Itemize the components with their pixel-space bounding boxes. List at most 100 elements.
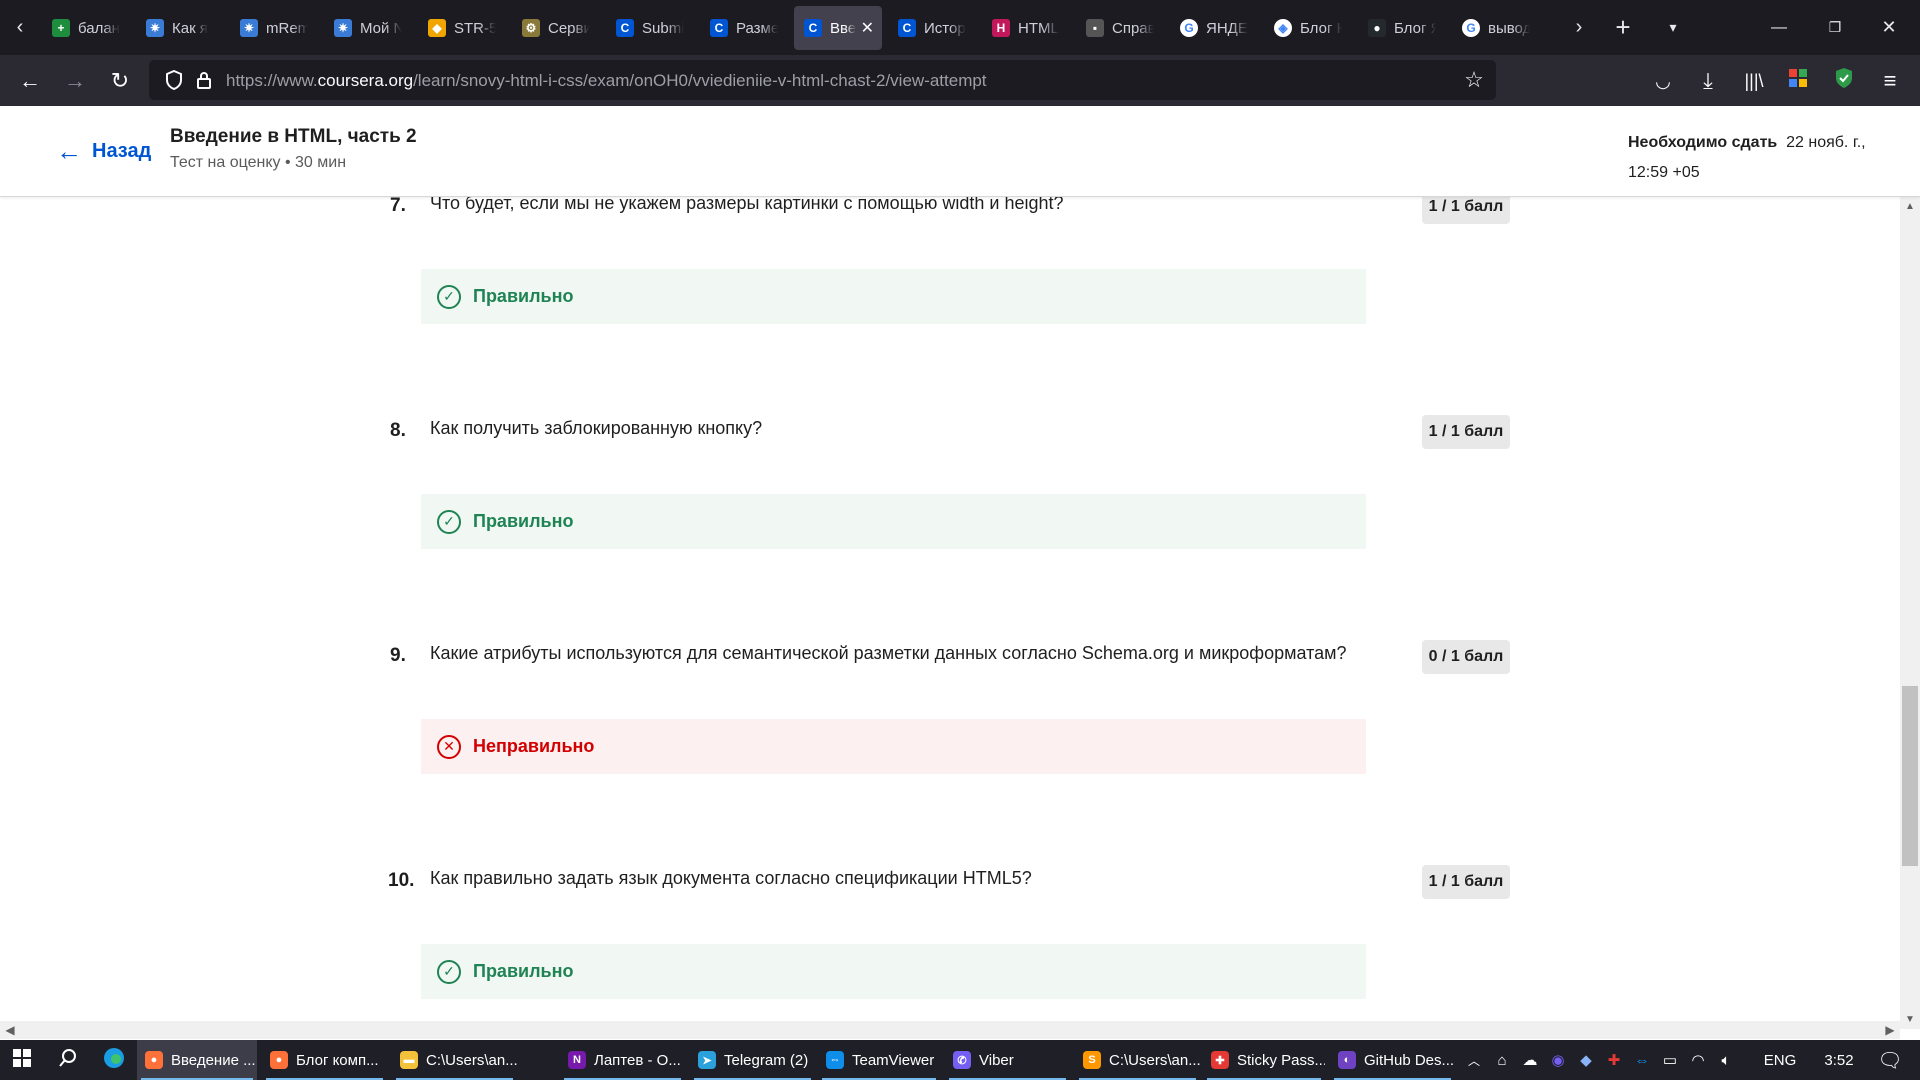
volume-icon[interactable]: 🔈︎ bbox=[1714, 1040, 1738, 1080]
start-button[interactable] bbox=[0, 1040, 44, 1080]
browser-tab[interactable]: ▪ Справ bbox=[1076, 6, 1164, 50]
tracking-protection-shield-icon[interactable] bbox=[159, 60, 189, 100]
dropbox-icon[interactable]: ◆ bbox=[1574, 1040, 1598, 1080]
result-correct: ✓ Правильно bbox=[421, 269, 1366, 324]
browser-tab[interactable]: C Submi bbox=[606, 6, 694, 50]
extension-button[interactable] bbox=[1780, 63, 1816, 99]
url-text[interactable]: https://www.coursera.org/learn/snovy-htm… bbox=[226, 71, 987, 91]
library-icon: |||\ bbox=[1744, 70, 1764, 91]
taskbar-app[interactable]: ➤ Telegram (2) bbox=[690, 1040, 815, 1080]
browser-tab[interactable]: ⚙ Серви bbox=[512, 6, 600, 50]
scroll-left-arrow-icon[interactable]: ◀ bbox=[0, 1021, 20, 1039]
blog-icon: ◈ bbox=[1274, 19, 1292, 37]
forward-button[interactable]: → bbox=[57, 63, 93, 99]
tabs-scroll-left-button[interactable]: ‹ bbox=[0, 0, 40, 55]
browser-tab[interactable]: ✷ Мой N bbox=[324, 6, 412, 50]
teamviewer-tray-icon[interactable]: ⇔ bbox=[1630, 1040, 1654, 1080]
security-extension-button[interactable] bbox=[1826, 63, 1862, 99]
taskbar-app[interactable]: S C:\Users\an... bbox=[1075, 1040, 1200, 1080]
question-text: Как правильно задать язык документа согл… bbox=[430, 868, 1032, 888]
close-window-button[interactable]: ✕ bbox=[1866, 0, 1912, 55]
back-button[interactable]: ← bbox=[12, 63, 48, 99]
viber-tray-icon[interactable]: ◉ bbox=[1546, 1040, 1570, 1080]
browser-tab[interactable]: ✷ mRem bbox=[230, 6, 318, 50]
tab-label: mRem bbox=[266, 19, 308, 37]
browser-tab[interactable]: + балан bbox=[42, 6, 130, 50]
scroll-up-arrow-icon[interactable]: ▲ bbox=[1900, 196, 1920, 216]
menu-button[interactable]: ≡ bbox=[1872, 63, 1908, 99]
restore-button[interactable]: ❐ bbox=[1812, 0, 1858, 55]
taskbar-app[interactable]: ▬ C:\Users\an... bbox=[392, 1040, 517, 1080]
score-badge: 1 / 1 балл bbox=[1422, 415, 1510, 449]
scroll-down-arrow-icon[interactable]: ▼ bbox=[1900, 1009, 1920, 1029]
arrow-right-icon: → bbox=[64, 68, 86, 93]
show-hidden-icons-button[interactable]: ︿ bbox=[1462, 1040, 1486, 1080]
taskbar-app[interactable]: ✚ Sticky Pass... bbox=[1203, 1040, 1325, 1080]
browser-tab[interactable]: C Истор bbox=[888, 6, 976, 50]
score-badge: 0 / 1 балл bbox=[1422, 640, 1510, 674]
browser-tab[interactable]: C Разме bbox=[700, 6, 788, 50]
edge-button[interactable] bbox=[92, 1040, 136, 1080]
scroll-right-arrow-icon[interactable]: ▶ bbox=[1880, 1021, 1900, 1039]
taskbar-app-label: C:\Users\an... bbox=[1109, 1051, 1200, 1069]
shield-check-icon bbox=[1833, 67, 1855, 95]
arrow-left-icon: ← bbox=[56, 136, 82, 166]
browser-tab[interactable]: G ЯНДЕ bbox=[1170, 6, 1258, 50]
battery-icon[interactable]: ▭ bbox=[1658, 1040, 1682, 1080]
windows-taskbar: ● Введение ... ● Блог комп... ▬ C:\Users\an..… bbox=[0, 1040, 1920, 1080]
stickypassword-tray-icon[interactable]: ✚ bbox=[1602, 1040, 1626, 1080]
stickypassword-icon: ✚ bbox=[1211, 1051, 1229, 1069]
reload-button[interactable]: ↻ bbox=[102, 63, 138, 99]
tabs-scroll-right-button[interactable]: › bbox=[1556, 0, 1602, 55]
new-tab-button[interactable]: + bbox=[1600, 0, 1646, 55]
taskbar-app[interactable]: ◐ GitHub Des... bbox=[1330, 1040, 1455, 1080]
horizontal-scrollbar[interactable]: ◀ ▶ bbox=[0, 1021, 1900, 1039]
clock[interactable]: 3:52 bbox=[1814, 1040, 1864, 1080]
browser-tab[interactable]: C Вве ✕ bbox=[794, 6, 882, 50]
notifications-button[interactable]: 🗨︎ bbox=[1868, 1040, 1912, 1080]
browser-tab[interactable]: H HTML bbox=[982, 6, 1070, 50]
taskbar-app[interactable]: ● Введение ... bbox=[137, 1040, 257, 1080]
tab-label: вывод bbox=[1488, 19, 1530, 37]
back-link[interactable]: ← Назад bbox=[56, 136, 151, 167]
vertical-scrollbar[interactable]: ▲ ▼ bbox=[1900, 196, 1920, 1029]
browser-tab[interactable]: Gвывод bbox=[1452, 6, 1540, 50]
search-button[interactable] bbox=[46, 1040, 90, 1080]
taskbar-app[interactable]: ✆ Viber bbox=[945, 1040, 1070, 1080]
taskbar-app[interactable]: ● Блог комп... bbox=[262, 1040, 387, 1080]
lock-icon[interactable] bbox=[191, 60, 217, 100]
result-correct: ✓ Правильно bbox=[421, 944, 1366, 999]
gear-icon: ⚙ bbox=[522, 19, 540, 37]
bookmark-star-icon[interactable]: ☆ bbox=[1459, 60, 1489, 100]
library-button[interactable]: |||\ bbox=[1736, 63, 1772, 99]
taskbar-app[interactable]: ⇔ TeamViewer bbox=[818, 1040, 940, 1080]
github-icon: ● bbox=[1368, 19, 1386, 37]
deadline-date: 22 нояб. г., bbox=[1786, 134, 1866, 151]
language-indicator[interactable]: ENG bbox=[1760, 1040, 1800, 1080]
url-prefix: https://www. bbox=[226, 71, 318, 90]
hamburger-menu-icon: ≡ bbox=[1883, 68, 1897, 93]
onedrive-icon[interactable]: ☁ bbox=[1518, 1040, 1542, 1080]
tab-label: HTML bbox=[1018, 19, 1059, 37]
mremote-icon: ✷ bbox=[146, 19, 164, 37]
downloads-button[interactable]: ⤓ bbox=[1690, 63, 1726, 99]
browser-tab[interactable]: ● Блог Я bbox=[1358, 6, 1446, 50]
minimize-button[interactable]: — bbox=[1756, 0, 1802, 55]
taskbar-app[interactable]: N Лаптев - О... bbox=[560, 1040, 685, 1080]
address-bar[interactable]: https://www.coursera.org/learn/snovy-htm… bbox=[149, 60, 1496, 100]
coursera-icon: C bbox=[898, 19, 916, 37]
result-incorrect: ✕ Неправильно bbox=[421, 719, 1366, 774]
pocket-button[interactable]: ◡ bbox=[1645, 63, 1681, 99]
search-icon bbox=[59, 1048, 77, 1072]
chat-icon: ▪ bbox=[1086, 19, 1104, 37]
restore-icon: ❐ bbox=[1828, 19, 1842, 35]
tray-app-icon[interactable]: ⌂ bbox=[1490, 1040, 1514, 1080]
list-all-tabs-button[interactable]: ▾ bbox=[1650, 0, 1696, 55]
browser-tab[interactable]: ◈ Блог К bbox=[1264, 6, 1352, 50]
browser-tab[interactable]: ✷ Как я bbox=[136, 6, 224, 50]
tab-label: Как я bbox=[172, 19, 208, 37]
wifi-icon[interactable]: ◠ bbox=[1686, 1040, 1710, 1080]
browser-tab[interactable]: ◆ STR-5 bbox=[418, 6, 506, 50]
close-tab-icon[interactable]: ✕ bbox=[861, 18, 874, 38]
scrollbar-thumb[interactable] bbox=[1902, 686, 1918, 866]
